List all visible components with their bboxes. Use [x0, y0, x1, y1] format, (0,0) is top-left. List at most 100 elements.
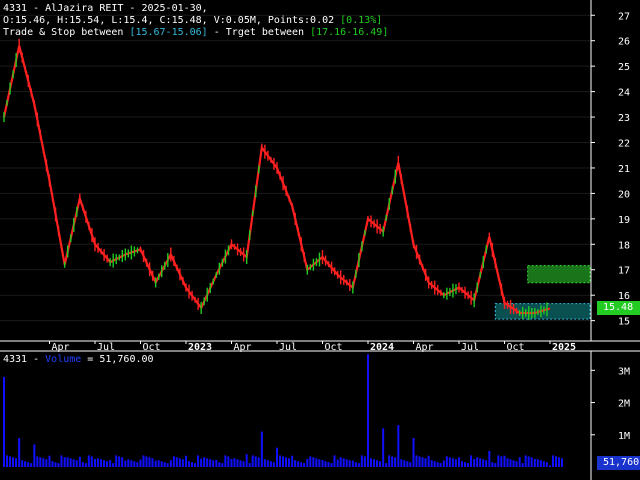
- volume-bar: [75, 460, 78, 467]
- volume-bar: [172, 456, 175, 467]
- volume-bar: [145, 456, 148, 467]
- volume-bar: [115, 455, 118, 467]
- price-line: [2, 45, 551, 315]
- volume-bar: [81, 462, 84, 467]
- volume-bar: [445, 456, 448, 467]
- volume-bar: [424, 458, 427, 467]
- volume-bar: [188, 461, 190, 467]
- volume-bar: [169, 460, 172, 467]
- volume-bar: [542, 461, 545, 467]
- target-range: [17.16-16.49]: [310, 27, 389, 38]
- volume-bar: [24, 461, 27, 467]
- volume-bar: [415, 455, 418, 467]
- volume-bar: [376, 460, 378, 467]
- volume-bar: [157, 460, 160, 467]
- price-tick-label: 25: [618, 62, 630, 73]
- volume-bar: [21, 460, 24, 467]
- volume-bar: [448, 457, 451, 467]
- volume-bar: [260, 431, 263, 467]
- volume-bar: [239, 460, 242, 467]
- volume-bar: [272, 462, 275, 467]
- volume-bar: [127, 459, 130, 467]
- volume-bar: [266, 460, 269, 467]
- volume-bar: [400, 459, 403, 467]
- volume-bar: [509, 459, 512, 467]
- trade-stop-label: Trade & Stop between: [3, 27, 130, 38]
- volume-bar: [42, 458, 45, 467]
- volume-bar: [406, 461, 409, 467]
- volume-bar: [561, 458, 563, 467]
- volume-bar: [163, 462, 166, 467]
- price-tick-label: 19: [618, 215, 630, 226]
- volume-bar: [175, 457, 178, 467]
- volume-bar: [339, 457, 342, 467]
- volume-bar: [354, 462, 357, 467]
- volume-bar: [142, 455, 145, 467]
- volume-bar: [112, 463, 115, 467]
- volume-bar: [48, 455, 51, 467]
- volume-bar: [442, 460, 445, 467]
- volume-bar: [166, 463, 169, 467]
- volume-bar: [94, 458, 96, 467]
- volume-bar: [394, 457, 397, 467]
- volume-bar: [257, 457, 260, 467]
- volume-bar: [315, 458, 318, 467]
- volume-bar: [248, 463, 251, 467]
- volume-bar: [433, 461, 436, 467]
- volume-bar: [467, 463, 469, 467]
- volume-bar: [521, 463, 524, 467]
- volume-bar: [78, 456, 81, 467]
- volume-bar: [391, 456, 394, 467]
- volume-bar: [549, 465, 551, 467]
- price-grid: [0, 14, 591, 322]
- volume-bar: [33, 444, 36, 467]
- volume-bar: [230, 458, 233, 467]
- price-tick-label: 23: [618, 113, 630, 124]
- volume-bar: [60, 455, 63, 467]
- volume-bar: [103, 460, 105, 467]
- price-tick-label: 15: [618, 317, 630, 328]
- price-tick-label: 26: [618, 37, 630, 48]
- volume-bar: [363, 456, 366, 467]
- volume-bar: [18, 438, 21, 467]
- volume-bar: [139, 459, 142, 467]
- volume-bar: [251, 455, 254, 467]
- volume-tick-label: 3M: [618, 366, 630, 377]
- volume-bar: [90, 456, 93, 467]
- volume-bar: [221, 463, 224, 467]
- volume-bar: [506, 458, 509, 467]
- volume-bar: [9, 456, 11, 467]
- volume-bar: [197, 455, 199, 467]
- volume-bar: [15, 458, 17, 467]
- volume-bar: [500, 456, 503, 467]
- volume-bar: [27, 462, 30, 467]
- last-price-badge: 15.48: [597, 301, 640, 316]
- volume-bar: [136, 462, 139, 467]
- volume-bar: [385, 463, 388, 467]
- volume-bar: [318, 459, 321, 467]
- volume-bar: [51, 461, 54, 467]
- volume-bar: [106, 461, 108, 467]
- volume-bar: [479, 458, 482, 467]
- volume-bar: [45, 459, 48, 467]
- volume-bar: [263, 459, 266, 467]
- volume-bar: [558, 457, 560, 467]
- volume-bar: [454, 459, 457, 467]
- volume-bar: [530, 457, 533, 467]
- volume-bar: [430, 460, 433, 467]
- volume-bar: [227, 456, 230, 467]
- volume-bar: [121, 457, 124, 467]
- volume-bar: [552, 455, 554, 467]
- volume-bar: [524, 455, 527, 467]
- volume-bar: [276, 447, 278, 467]
- volume-bar: [191, 462, 193, 467]
- volume-bar: [451, 458, 454, 467]
- volume-bar: [512, 460, 515, 467]
- volume-bar: [403, 460, 406, 467]
- volume-bar: [194, 463, 196, 467]
- volume-tick-label: 1M: [618, 431, 630, 442]
- price-tick-label: 27: [618, 11, 630, 22]
- volume-bar: [367, 354, 369, 467]
- volume-bar: [491, 462, 494, 467]
- volume-bar: [336, 459, 339, 467]
